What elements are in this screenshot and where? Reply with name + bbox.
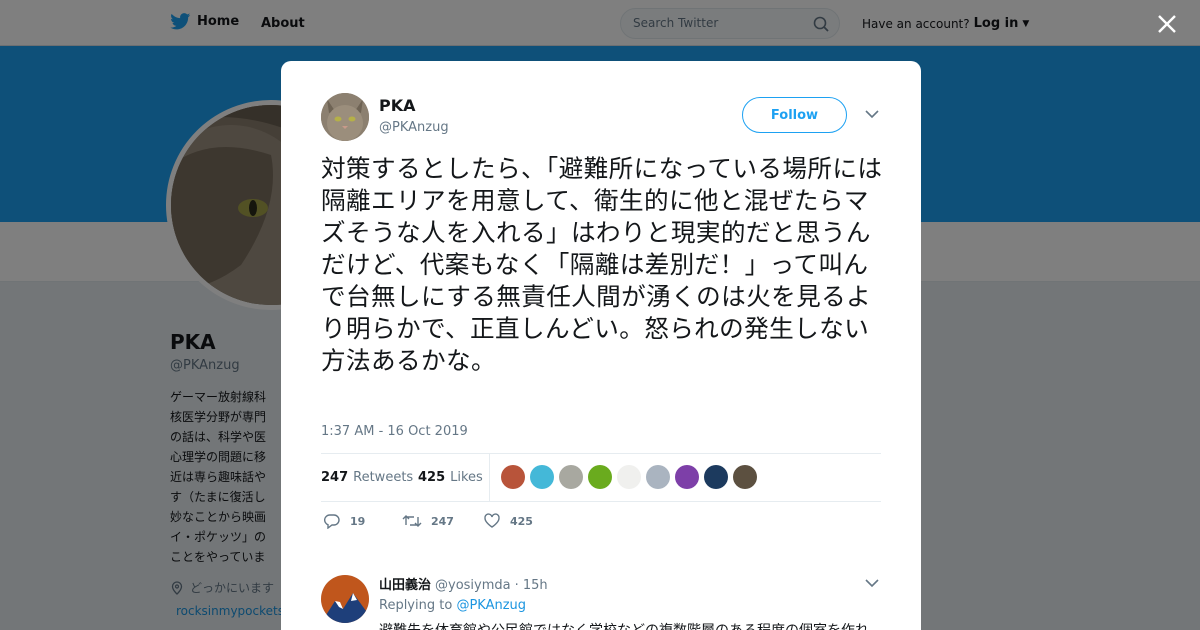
tweet-stats: 247 Retweets 425 Likes xyxy=(321,453,881,502)
liker-avatar[interactable] xyxy=(704,465,728,489)
tweet-text: 対策するとしたら、「避難所になっている場所には隔離エリアを用意して、衛生的に他と… xyxy=(321,154,883,375)
liker-avatar[interactable] xyxy=(559,465,583,489)
chevron-down-icon[interactable] xyxy=(865,109,879,119)
liker-avatar[interactable] xyxy=(646,465,670,489)
liker-avatars xyxy=(501,465,757,489)
like-count: 425 xyxy=(510,514,533,528)
close-icon[interactable] xyxy=(1156,13,1178,35)
liker-avatar[interactable] xyxy=(733,465,757,489)
reply-action[interactable]: 19 xyxy=(323,513,365,529)
tweet-timestamp[interactable]: 1:37 AM - 16 Oct 2019 xyxy=(321,424,468,439)
reply-author: 山田義治 @yosiymda · 15h xyxy=(379,574,548,593)
tweet-author-handle[interactable]: @PKAnzug xyxy=(379,120,449,135)
liker-avatar[interactable] xyxy=(588,465,612,489)
chevron-down-icon[interactable] xyxy=(865,578,879,588)
reply-author-handle[interactable]: @yosiymda xyxy=(435,578,511,593)
heart-icon xyxy=(484,513,500,528)
tweet-author-avatar[interactable] xyxy=(321,93,369,141)
reply-age[interactable]: · 15h xyxy=(515,578,548,593)
reply-icon xyxy=(324,514,340,529)
retweet-icon xyxy=(402,515,422,527)
replying-to-link[interactable]: @PKAnzug xyxy=(456,598,526,613)
retweets-label: Retweets xyxy=(353,470,414,485)
liker-avatar[interactable] xyxy=(675,465,699,489)
likes-count: 425 xyxy=(418,470,446,485)
tweet-modal: PKA @PKAnzug Follow 対策するとしたら、「避難所になっている場… xyxy=(281,61,921,630)
mountain-avatar-image xyxy=(321,575,369,623)
tweet-author-name[interactable]: PKA xyxy=(379,96,416,115)
reply-text: 避難先を体育館や公民館ではなく学校などの複数階層のある程度の個室を作れ xyxy=(379,621,879,630)
reply-count: 19 xyxy=(350,514,366,528)
likes-stat[interactable]: 425 Likes xyxy=(418,470,483,485)
likes-label: Likes xyxy=(450,470,483,485)
replying-prefix: Replying to xyxy=(379,598,453,613)
stats-divider xyxy=(489,454,490,501)
follow-button[interactable]: Follow xyxy=(742,97,847,133)
reply-author-name[interactable]: 山田義治 xyxy=(379,574,431,593)
liker-avatar[interactable] xyxy=(617,465,641,489)
reply-author-avatar[interactable] xyxy=(321,575,369,623)
retweets-stat[interactable]: 247 Retweets xyxy=(321,470,413,485)
retweet-action[interactable]: 247 xyxy=(402,513,454,529)
cat-avatar-image xyxy=(321,93,369,141)
replying-to: Replying to @PKAnzug xyxy=(379,598,526,613)
liker-avatar[interactable] xyxy=(530,465,554,489)
retweets-count: 247 xyxy=(321,470,349,485)
retweet-count: 247 xyxy=(431,514,454,528)
like-action[interactable]: 425 xyxy=(483,513,533,529)
liker-avatar[interactable] xyxy=(501,465,525,489)
